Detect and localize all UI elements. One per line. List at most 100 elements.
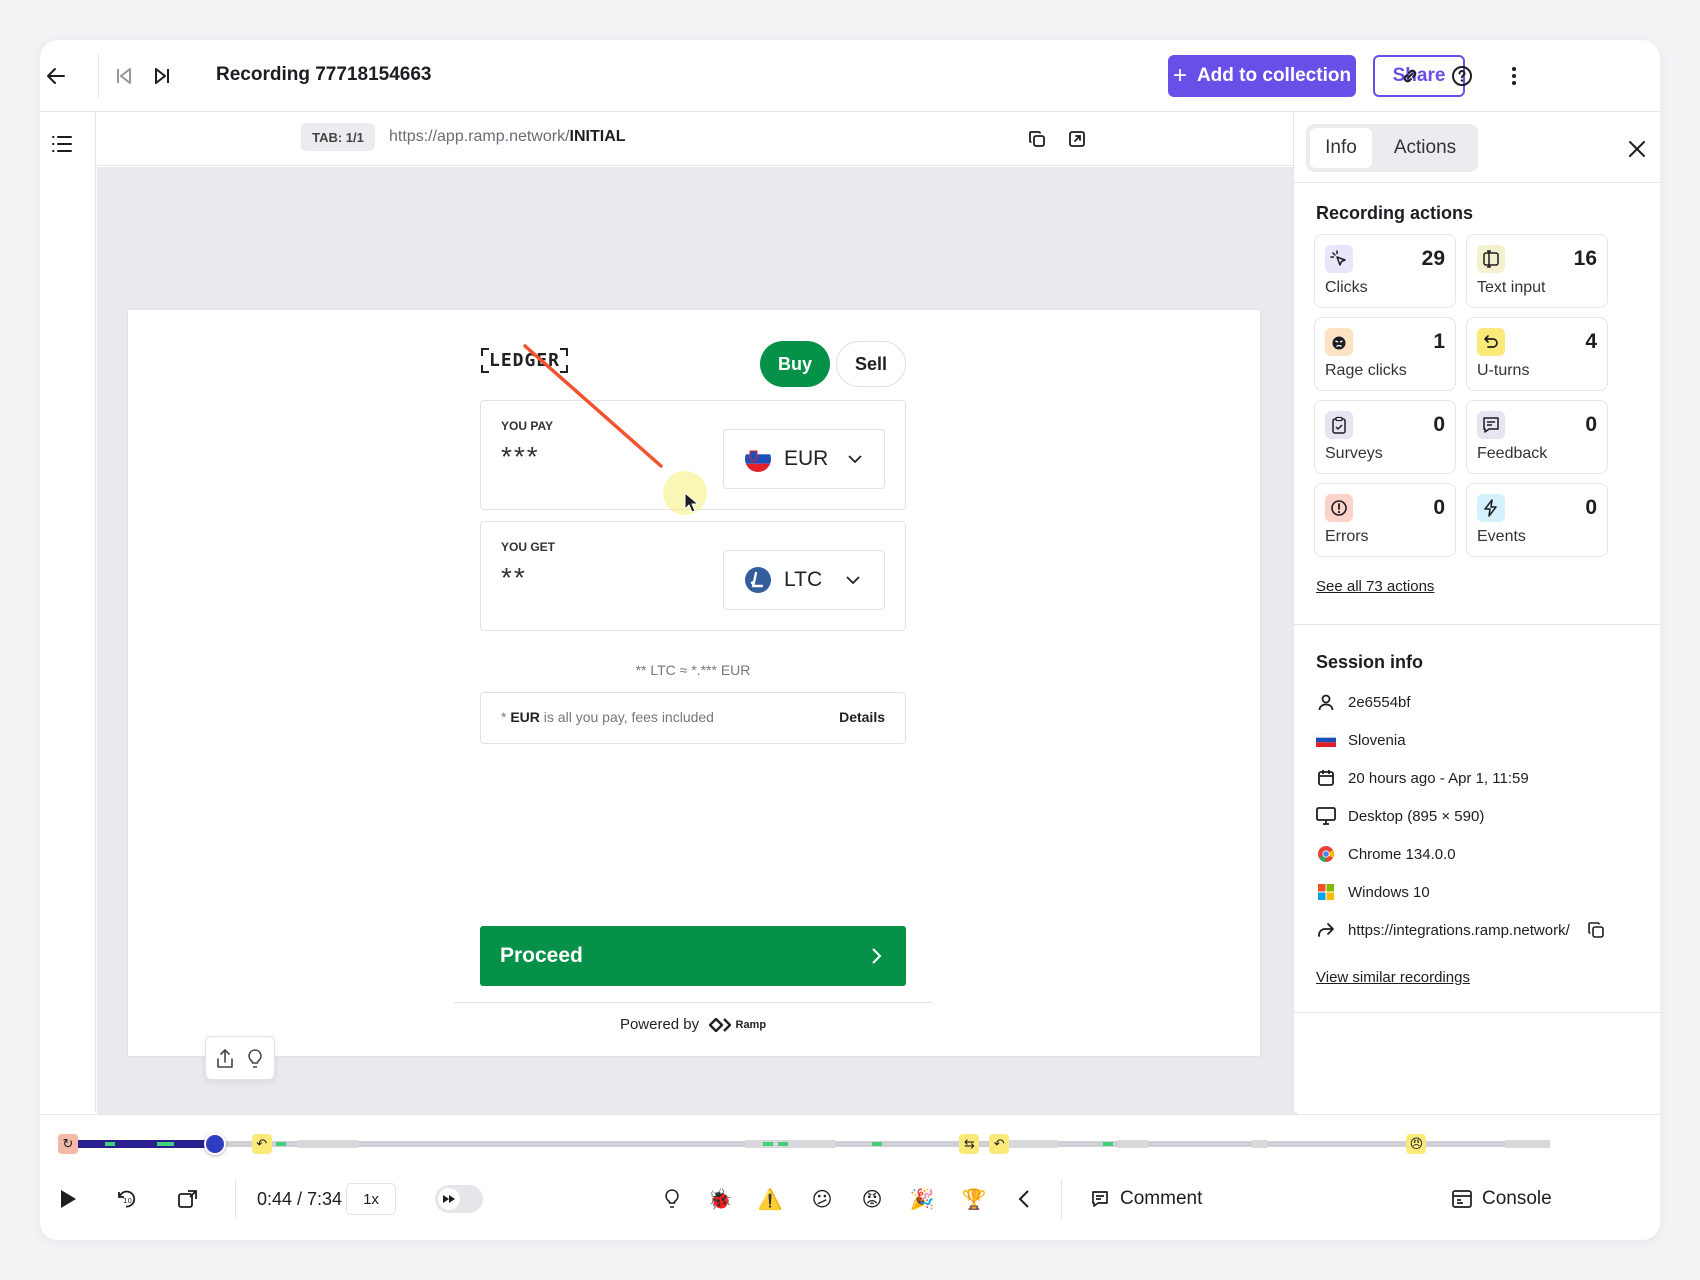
tab-info[interactable]: Info bbox=[1310, 128, 1372, 168]
url-prefix: https://app.ramp.network/ bbox=[389, 128, 570, 145]
survey-icon bbox=[1325, 411, 1353, 439]
recording-viewport: LEDGER Buy Sell YOU PAY *** EUR YOU GET … bbox=[97, 167, 1297, 1114]
timeline-event-marker[interactable]: 😠 bbox=[1406, 1134, 1427, 1154]
timeline-input-marker bbox=[164, 1142, 175, 1146]
console-button[interactable]: Console bbox=[1452, 1183, 1552, 1215]
svg-text:10: 10 bbox=[123, 1197, 132, 1205]
action-card-feedback[interactable]: 0 Feedback bbox=[1466, 400, 1608, 474]
session-country: Slovenia bbox=[1316, 728, 1406, 752]
app-window: Recording 77718154663 + Add to collectio… bbox=[40, 40, 1660, 1240]
session-date: 20 hours ago - Apr 1, 11:59 bbox=[1316, 766, 1529, 790]
next-recording-icon[interactable] bbox=[146, 60, 178, 92]
session-device: Desktop (895 × 590) bbox=[1316, 804, 1484, 828]
comment-label: Comment bbox=[1120, 1188, 1203, 1209]
session-info-title: Session info bbox=[1316, 652, 1424, 672]
recording-title: Recording 77718154663 bbox=[216, 64, 432, 85]
chevron-left-icon[interactable] bbox=[1010, 1185, 1038, 1213]
angry-face-icon[interactable]: 😡 bbox=[858, 1185, 886, 1213]
timeline[interactable]: ↻ ↶ ⇆ ↶ 😠 bbox=[50, 1115, 1650, 1175]
help-icon[interactable] bbox=[1446, 60, 1478, 92]
user-icon bbox=[1316, 692, 1336, 712]
rewind-10-icon[interactable]: 10 bbox=[110, 1183, 142, 1215]
add-to-collection-button[interactable]: + Add to collection bbox=[1168, 55, 1356, 97]
tab-actions[interactable]: Actions bbox=[1376, 128, 1474, 168]
insight-bulb-icon[interactable] bbox=[244, 1047, 266, 1071]
timeline-popup bbox=[205, 1036, 275, 1080]
playback-speed-button[interactable]: 1x bbox=[346, 1183, 396, 1215]
session-device-text: Desktop (895 × 590) bbox=[1348, 807, 1485, 825]
action-label: Text input bbox=[1477, 279, 1546, 296]
session-referrer: https://integrations.ramp.network/ bbox=[1316, 918, 1606, 942]
list-icon[interactable] bbox=[46, 128, 78, 160]
left-rail bbox=[40, 112, 96, 1112]
timeline-input-marker bbox=[872, 1142, 883, 1146]
insight-filter-icon[interactable] bbox=[658, 1185, 686, 1213]
header-divider bbox=[98, 54, 99, 98]
action-count: 1 bbox=[1433, 330, 1445, 353]
timeline-event-marker[interactable]: ⇆ bbox=[959, 1134, 980, 1154]
action-label: U-turns bbox=[1477, 362, 1530, 379]
action-card-text-input[interactable]: 16 Text input bbox=[1466, 234, 1608, 308]
add-to-collection-label: Add to collection bbox=[1196, 65, 1352, 86]
copy-icon[interactable] bbox=[1586, 920, 1606, 940]
timeline-input-marker bbox=[778, 1142, 789, 1146]
share-arrow-icon bbox=[1316, 920, 1336, 940]
timeline-event-marker[interactable]: ↶ bbox=[989, 1134, 1010, 1154]
comment-button[interactable]: Comment bbox=[1090, 1183, 1202, 1215]
panel-divider bbox=[1294, 624, 1660, 625]
confused-face-icon[interactable]: 😕 bbox=[808, 1185, 836, 1213]
u-turn-icon bbox=[1477, 328, 1505, 356]
skip-inactivity-toggle[interactable] bbox=[435, 1185, 483, 1213]
action-count: 16 bbox=[1573, 247, 1597, 270]
action-card-events[interactable]: 0 Events bbox=[1466, 483, 1608, 557]
page-url: https://app.ramp.network/INITIAL bbox=[389, 128, 626, 146]
timeline-activity-segment bbox=[298, 1140, 358, 1148]
action-count: 0 bbox=[1433, 496, 1445, 519]
skip-inactivity-icon[interactable] bbox=[172, 1183, 204, 1215]
player-divider bbox=[1061, 1179, 1062, 1219]
recording-actions-title: Recording actions bbox=[1316, 203, 1474, 223]
view-similar-recordings-link[interactable]: View similar recordings bbox=[1316, 969, 1470, 986]
timeline-event-marker[interactable]: ↻ bbox=[58, 1134, 78, 1154]
timeline-input-marker bbox=[763, 1142, 774, 1146]
see-all-actions-link[interactable]: See all 73 actions bbox=[1316, 578, 1434, 595]
desktop-icon bbox=[1316, 806, 1336, 826]
plus-icon: + bbox=[1172, 62, 1187, 89]
session-os-text: Windows 10 bbox=[1348, 883, 1430, 901]
open-external-icon[interactable] bbox=[1063, 125, 1091, 153]
more-menu-icon[interactable] bbox=[1498, 60, 1530, 92]
action-card-clicks[interactable]: 29 Clicks bbox=[1314, 234, 1456, 308]
panel-tabs: Info Actions bbox=[1306, 124, 1478, 172]
tab-indicator: TAB: 1/1 bbox=[301, 123, 375, 151]
action-count: 4 bbox=[1585, 330, 1597, 353]
party-popper-icon[interactable]: 🎉 bbox=[908, 1185, 936, 1213]
action-card-u-turns[interactable]: 4 U-turns bbox=[1466, 317, 1608, 391]
share-upload-icon[interactable] bbox=[214, 1047, 236, 1071]
session-country-name: Slovenia bbox=[1348, 731, 1406, 749]
session-referrer-url: https://integrations.ramp.network/ bbox=[1348, 921, 1570, 939]
bug-icon[interactable]: 🐞 bbox=[706, 1185, 734, 1213]
timeline-activity-segment bbox=[805, 1140, 835, 1148]
previous-recording-icon[interactable] bbox=[108, 60, 140, 92]
play-icon[interactable] bbox=[52, 1183, 84, 1215]
playback-time: 0:44 / 7:34 bbox=[257, 1189, 343, 1209]
timeline-scrubber-handle[interactable] bbox=[203, 1133, 226, 1155]
events-icon bbox=[1477, 494, 1505, 522]
close-icon[interactable] bbox=[1624, 136, 1650, 162]
fast-forward-icon bbox=[438, 1188, 460, 1210]
timeline-input-marker bbox=[1103, 1142, 1113, 1146]
action-card-errors[interactable]: 0 Errors bbox=[1314, 483, 1456, 557]
copy-url-icon[interactable] bbox=[1023, 125, 1051, 153]
back-arrow-icon[interactable] bbox=[40, 60, 72, 92]
player-bar: ↻ ↶ ⇆ ↶ 😠 10 0:44 / 7:34 1x 🐞 ⚠️ 😕 😡 🎉 🏆 bbox=[40, 1114, 1660, 1240]
trophy-icon[interactable]: 🏆 bbox=[960, 1185, 988, 1213]
warning-icon[interactable]: ⚠️ bbox=[756, 1185, 784, 1213]
link-icon[interactable] bbox=[1394, 60, 1426, 92]
text-input-icon bbox=[1477, 245, 1505, 273]
timeline-event-marker[interactable]: ↶ bbox=[251, 1134, 272, 1154]
session-browser: Chrome 134.0.0 bbox=[1316, 842, 1456, 866]
panel-divider bbox=[1294, 182, 1660, 183]
action-card-rage-clicks[interactable]: 1 Rage clicks bbox=[1314, 317, 1456, 391]
action-count: 0 bbox=[1585, 413, 1597, 436]
action-card-surveys[interactable]: 0 Surveys bbox=[1314, 400, 1456, 474]
